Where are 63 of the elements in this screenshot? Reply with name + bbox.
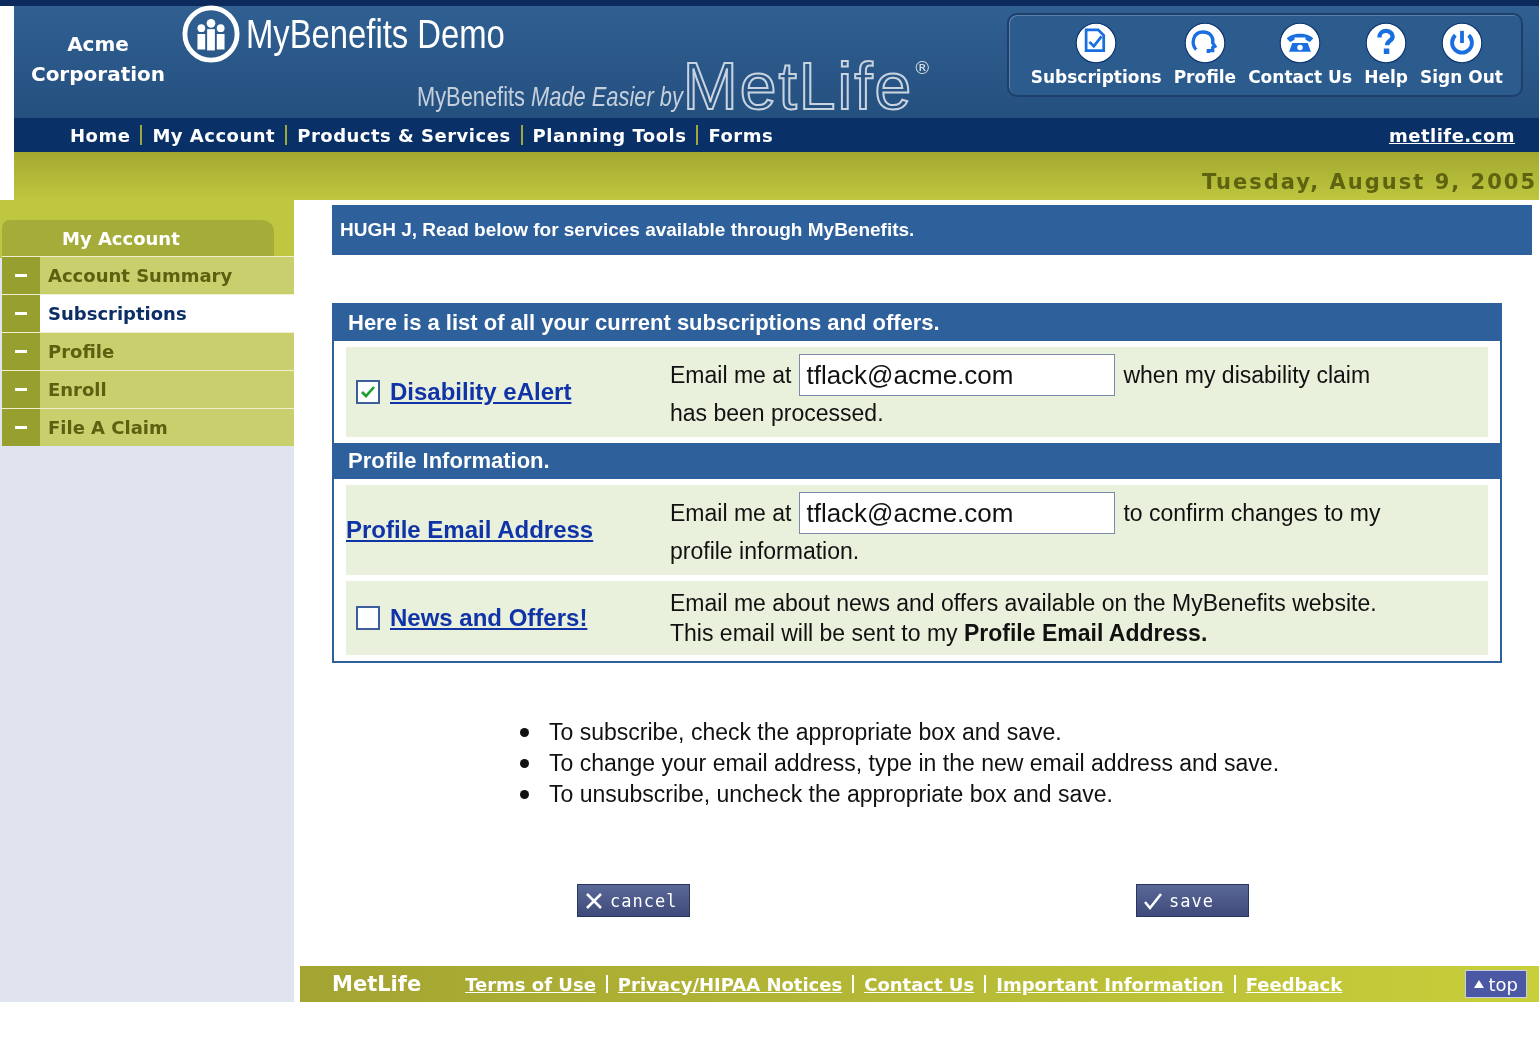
toolbar-button[interactable]: Profile bbox=[1173, 21, 1237, 87]
sidebar-title: My Account bbox=[2, 220, 274, 256]
checkbox[interactable] bbox=[356, 606, 380, 630]
section-title: Profile Information. bbox=[334, 443, 1500, 479]
help-icon bbox=[1364, 21, 1409, 65]
registered-mark: ® bbox=[913, 57, 932, 78]
greeting-bar: HUGH J, Read below for services available through MyBenefits. bbox=[332, 205, 1532, 255]
bullet-icon bbox=[520, 728, 529, 737]
app-title: MyBenefits Demo bbox=[246, 11, 505, 57]
minus-icon bbox=[2, 257, 40, 294]
toolbar-button[interactable]: Sign Out bbox=[1420, 21, 1503, 87]
telephone-icon bbox=[1278, 21, 1323, 65]
email-field[interactable]: tflack@acme.com bbox=[799, 354, 1116, 396]
description-text: profile information. bbox=[670, 537, 861, 566]
toolbar-button[interactable]: Contact Us bbox=[1248, 21, 1353, 87]
power-icon bbox=[1439, 21, 1484, 65]
minus-icon bbox=[2, 371, 40, 408]
minus-icon bbox=[2, 409, 40, 446]
up-triangle-icon bbox=[1473, 980, 1484, 988]
description-text: when my disability claim bbox=[1123, 361, 1371, 390]
email-field[interactable]: tflack@acme.com bbox=[799, 492, 1116, 534]
checkbox[interactable] bbox=[356, 380, 380, 404]
nav-link[interactable]: Forms bbox=[698, 124, 784, 146]
sidebar-item[interactable]: Subscriptions bbox=[40, 295, 294, 332]
subscription-link[interactable]: Profile Email Address bbox=[346, 516, 594, 544]
people-logo-icon bbox=[182, 5, 240, 63]
sidebar-item[interactable]: Account Summary bbox=[40, 257, 294, 294]
close-icon bbox=[584, 890, 604, 911]
nav-link[interactable]: Products & Services bbox=[287, 124, 521, 146]
instruction-text: To subscribe, check the appropriate box and save. bbox=[549, 719, 1062, 746]
cancel-button[interactable]: cancel bbox=[577, 884, 690, 917]
instruction-text: To change your email address, type in the new email address and save. bbox=[549, 750, 1280, 777]
description-text: Email me at bbox=[670, 361, 792, 390]
head-profile-icon bbox=[1182, 21, 1227, 65]
nav-link[interactable]: My Account bbox=[142, 124, 286, 146]
sidebar-item[interactable]: File A Claim bbox=[40, 409, 294, 446]
site-link[interactable]: metlife.com bbox=[1378, 124, 1525, 146]
date-text: Tuesday, August 9, 2005 bbox=[1202, 170, 1537, 194]
subscription-link[interactable]: News and Offers! bbox=[390, 604, 588, 632]
section-title: Here is a list of all your current subscriptions and offers. bbox=[334, 305, 1500, 341]
toolbar-button[interactable]: Help bbox=[1364, 21, 1409, 87]
nav-link[interactable]: Planning Tools bbox=[522, 124, 697, 146]
instruction-text: To unsubscribe, uncheck the appropriate box and save. bbox=[549, 781, 1113, 808]
description-text: Email me about news and offers available on the MyBenefits website. This email will be sent to my Profile Email Address. bbox=[670, 589, 1378, 648]
minus-icon bbox=[2, 333, 40, 370]
description-text: to confirm changes to my bbox=[1123, 499, 1381, 528]
nav-link[interactable]: Home bbox=[60, 124, 141, 146]
checkmark-icon bbox=[360, 384, 376, 400]
document-check-icon bbox=[1074, 21, 1119, 65]
top-button[interactable]: top bbox=[1464, 970, 1527, 998]
bullet-icon bbox=[520, 790, 529, 799]
sidebar-item[interactable]: Enroll bbox=[40, 371, 294, 408]
tagline: MyBenefits Made Easier by bbox=[417, 81, 683, 113]
toolbar-button[interactable]: Subscriptions bbox=[1030, 21, 1162, 87]
subscription-link[interactable]: Disability eAlert bbox=[390, 378, 572, 406]
footer-logo: MetLife bbox=[332, 972, 422, 996]
save-button[interactable]: save bbox=[1136, 884, 1249, 917]
description-text: has been processed. bbox=[670, 399, 885, 428]
company-name: Acme Corporation bbox=[29, 31, 167, 88]
description-text: Email me at bbox=[670, 499, 792, 528]
minus-icon bbox=[2, 295, 40, 332]
sidebar-item[interactable]: Profile bbox=[40, 333, 294, 370]
bullet-icon bbox=[520, 759, 529, 768]
